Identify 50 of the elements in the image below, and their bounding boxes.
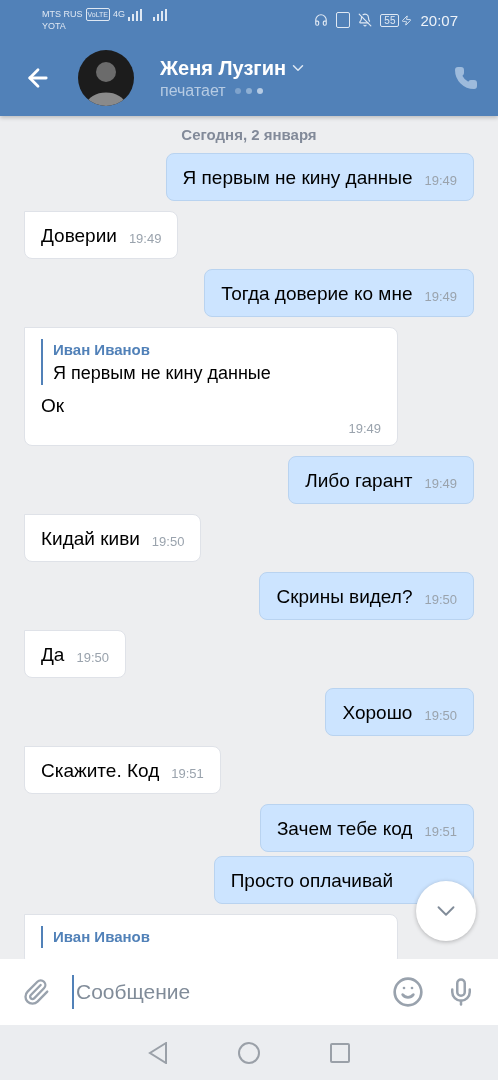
headphones-icon: [314, 13, 329, 27]
message-text: Тогда доверие ко мне: [221, 282, 413, 306]
message-time: 19:49: [424, 475, 457, 493]
message-time: 19:49: [424, 288, 457, 306]
message-input[interactable]: Сообщение: [72, 975, 370, 1009]
quote-author: Иван Иванов: [53, 340, 151, 360]
message-text: Скажите. Код: [41, 759, 160, 783]
message-time: 19:51: [424, 823, 457, 841]
battery-level: 55: [380, 13, 400, 27]
message-text: Хорошо: [342, 701, 413, 725]
message-time: 19:50: [151, 533, 185, 551]
attach-icon[interactable]: [22, 978, 50, 1006]
emoji-icon[interactable]: [392, 976, 424, 1008]
message-text: Либо гарант: [305, 469, 413, 493]
quote-author: Иван Иванов: [53, 927, 151, 947]
scroll-down-button[interactable]: [416, 881, 476, 941]
message-time: 19:50: [76, 649, 109, 667]
message-time: 19:50: [424, 707, 457, 725]
contact-name[interactable]: Женя Лузгин: [160, 56, 287, 80]
bell-off-icon: [358, 13, 373, 27]
charging-icon: [401, 14, 413, 26]
signal-icon: [153, 8, 167, 21]
message-text: Зачем тебе код: [276, 817, 413, 841]
network-type: 4G: [113, 9, 125, 20]
message-time: 19:51: [171, 765, 204, 783]
avatar: [78, 50, 134, 106]
message-text: Ок: [41, 394, 66, 418]
home-nav-icon[interactable]: [238, 1041, 260, 1064]
phone-icon[interactable]: [454, 66, 478, 90]
message-text: Просто оплачивай: [230, 869, 393, 893]
signal-icon: [128, 8, 142, 21]
message-time: 19:49: [348, 421, 381, 436]
nfc-icon: [336, 12, 351, 28]
quote-text: Я первым не кину данные: [53, 362, 272, 385]
typing-dots-icon: [233, 86, 264, 95]
recents-nav-icon[interactable]: [330, 1042, 350, 1063]
message-text: Кидай киви: [41, 527, 140, 551]
message-text: Я первым не кину данные: [182, 166, 413, 190]
message-text: Доверии: [41, 224, 117, 248]
carrier-name: MTS RUS: [42, 9, 83, 20]
message-time: 19:49: [424, 172, 457, 190]
message-time: 19:49: [128, 230, 162, 248]
message-text: Скрины видел?: [276, 585, 413, 609]
message-bar[interactable]: Сообщение: [0, 959, 498, 1025]
carrier-name: YOTA: [42, 21, 67, 32]
typing-status: печатает: [160, 81, 226, 100]
back-nav-icon[interactable]: [148, 1041, 168, 1064]
message-time: 19:50: [424, 591, 457, 609]
message-text: Да: [41, 643, 65, 667]
clock: 20:07: [420, 11, 458, 29]
